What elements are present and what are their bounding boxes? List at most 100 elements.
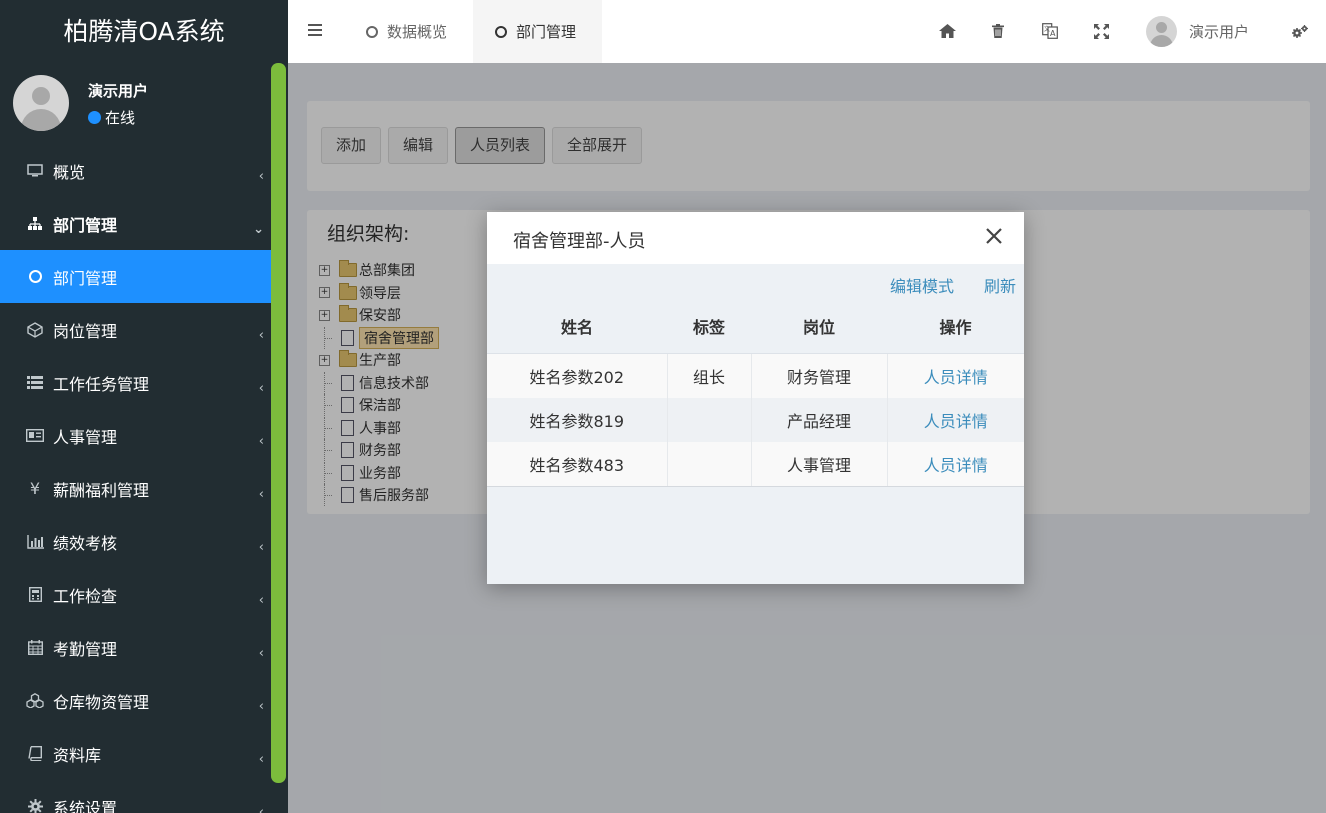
sidebar-item-label: 工作任务管理 <box>53 374 150 394</box>
modal-toolbar: 编辑模式 刷新 <box>487 264 1024 300</box>
chevron-left-icon: ‹ <box>258 168 264 184</box>
sidebar-item-library[interactable]: 资料库 ‹ <box>0 727 288 780</box>
tab-label: 数据概览 <box>387 23 448 41</box>
chevron-left-icon: ‹ <box>258 433 264 449</box>
sidebar-item-label: 仓库物资管理 <box>53 692 150 712</box>
chevron-left-icon: ‹ <box>258 698 264 714</box>
sidebar-item-label: 薪酬福利管理 <box>53 480 150 500</box>
sidebar-item-label: 系统设置 <box>53 798 118 813</box>
circle-icon <box>495 25 507 38</box>
table-header-row: 姓名 标签 岗位 操作 <box>487 300 1024 354</box>
sidebar-item-attendance[interactable]: 考勤管理 ‹ <box>0 621 288 674</box>
close-icon[interactable] <box>984 228 1004 248</box>
sidebar-item-tasks[interactable]: 工作任务管理 ‹ <box>0 356 288 409</box>
staff-detail-link[interactable]: 人员详情 <box>924 368 988 387</box>
staff-table: 姓名 标签 岗位 操作 姓名参数202 组长 财务管理 人员详情 姓名参数819… <box>487 300 1024 487</box>
user-status: 在线 <box>88 107 135 128</box>
top-header: 数据概览 部门管理 A文 演示用户 <box>288 0 1326 63</box>
sidebar-item-inspection[interactable]: 工作检查 ‹ <box>0 568 288 621</box>
tab-label: 部门管理 <box>516 23 577 41</box>
cell-action: 人员详情 <box>887 353 1024 398</box>
menu-toggle-icon[interactable] <box>308 24 322 36</box>
column-header[interactable]: 岗位 <box>751 300 887 354</box>
user-panel: 演示用户 在线 <box>0 63 288 143</box>
bar-chart-icon <box>25 532 45 552</box>
translate-icon[interactable]: A文 <box>1039 20 1061 42</box>
table-row[interactable]: 姓名参数819 产品经理 人员详情 <box>487 397 1024 442</box>
calendar-icon <box>25 638 45 658</box>
svg-text:文: 文 <box>1044 25 1050 33</box>
cubes-icon <box>25 691 45 711</box>
cell-position: 人事管理 <box>751 442 888 487</box>
app-title: 柏腾清OA系统 <box>0 0 288 63</box>
sidebar-item-hr[interactable]: 人事管理 ‹ <box>0 409 288 462</box>
cell-tag <box>667 442 752 487</box>
modal-header: 宿舍管理部-人员 <box>487 212 1024 264</box>
sidebar-item-performance[interactable]: 绩效考核 ‹ <box>0 515 288 568</box>
cell-name: 姓名参数483 <box>487 442 668 487</box>
sidebar-item-label: 人事管理 <box>53 427 118 447</box>
header-user-name[interactable]: 演示用户 <box>1189 21 1249 42</box>
refresh-link[interactable]: 刷新 <box>984 273 1016 297</box>
sidebar-item-label: 部门管理 <box>53 268 118 288</box>
home-icon[interactable] <box>936 20 958 42</box>
sitemap-icon <box>25 214 45 234</box>
chevron-down-icon: ⌄ <box>253 221 264 237</box>
circle-icon <box>366 25 378 38</box>
modal-title: 宿舍管理部-人员 <box>513 231 646 252</box>
cell-position: 产品经理 <box>751 397 888 442</box>
staff-detail-link[interactable]: 人员详情 <box>924 456 988 475</box>
book-icon <box>25 744 45 764</box>
cube-icon <box>25 320 45 340</box>
sidebar-subitem-department[interactable]: 部门管理 <box>0 250 272 303</box>
chevron-left-icon: ‹ <box>258 327 264 343</box>
column-header[interactable]: 标签 <box>667 300 751 354</box>
column-header: 操作 <box>887 300 1024 354</box>
user-name: 演示用户 <box>88 82 149 100</box>
chevron-left-icon: ‹ <box>258 380 264 396</box>
trash-icon[interactable] <box>987 20 1009 42</box>
chevron-left-icon: ‹ <box>258 539 264 555</box>
chevron-left-icon: ‹ <box>258 592 264 608</box>
avatar <box>13 75 69 131</box>
sidebar-item-warehouse[interactable]: 仓库物资管理 ‹ <box>0 674 288 727</box>
sidebar-item-position[interactable]: 岗位管理 ‹ <box>0 303 288 356</box>
table-row[interactable]: 姓名参数483 人事管理 人员详情 <box>487 442 1024 487</box>
chevron-left-icon: ‹ <box>258 804 264 813</box>
settings-icon[interactable] <box>1289 20 1311 42</box>
sidebar-item-overview[interactable]: 概览 ‹ <box>0 144 288 197</box>
table-row[interactable]: 姓名参数202 组长 财务管理 人员详情 <box>487 353 1024 398</box>
staff-modal: 宿舍管理部-人员 编辑模式 刷新 姓名 标签 岗位 操作 姓名参数202 组长 … <box>487 212 1024 584</box>
sidebar-item-settings[interactable]: 系统设置 ‹ <box>0 780 288 813</box>
edit-mode-link[interactable]: 编辑模式 <box>890 273 954 297</box>
tab-department[interactable]: 部门管理 <box>473 0 602 63</box>
cell-action: 人员详情 <box>887 442 1024 487</box>
circle-icon <box>25 267 45 287</box>
monitor-icon <box>25 161 45 181</box>
list-icon <box>25 373 45 393</box>
chevron-left-icon: ‹ <box>258 751 264 767</box>
sidebar-item-label: 部门管理 <box>53 215 118 235</box>
cell-tag: 组长 <box>667 353 752 398</box>
sidebar-menu: 概览 ‹ 部门管理 ⌄ 部门管理 岗位管理 ‹ 工作任务管理 ‹ 人事管理 ‹ … <box>0 144 288 813</box>
yen-icon: ¥ <box>29 479 41 498</box>
online-dot-icon <box>88 111 101 124</box>
chevron-left-icon: ‹ <box>258 645 264 661</box>
fullscreen-icon[interactable] <box>1090 20 1112 42</box>
cell-action: 人员详情 <box>887 397 1024 442</box>
sidebar-item-label: 工作检查 <box>53 586 118 606</box>
svg-text:A: A <box>1050 29 1056 38</box>
sidebar-item-label: 资料库 <box>53 745 102 765</box>
user-status-text: 在线 <box>105 109 136 127</box>
sidebar: 柏腾清OA系统 演示用户 在线 概览 ‹ 部门管理 ⌄ 部门管理 岗位管理 ‹ … <box>0 0 288 813</box>
sidebar-item-label: 岗位管理 <box>53 321 118 341</box>
sidebar-scrollbar[interactable] <box>271 63 286 783</box>
staff-detail-link[interactable]: 人员详情 <box>924 412 988 431</box>
sidebar-item-label: 绩效考核 <box>53 533 118 553</box>
column-header[interactable]: 姓名 <box>487 300 667 354</box>
sidebar-item-label: 考勤管理 <box>53 639 118 659</box>
avatar[interactable] <box>1146 16 1177 47</box>
tab-data-overview[interactable]: 数据概览 <box>344 0 469 63</box>
sidebar-item-salary[interactable]: ¥ 薪酬福利管理 ‹ <box>0 462 288 515</box>
sidebar-item-department[interactable]: 部门管理 ⌄ <box>0 197 288 250</box>
